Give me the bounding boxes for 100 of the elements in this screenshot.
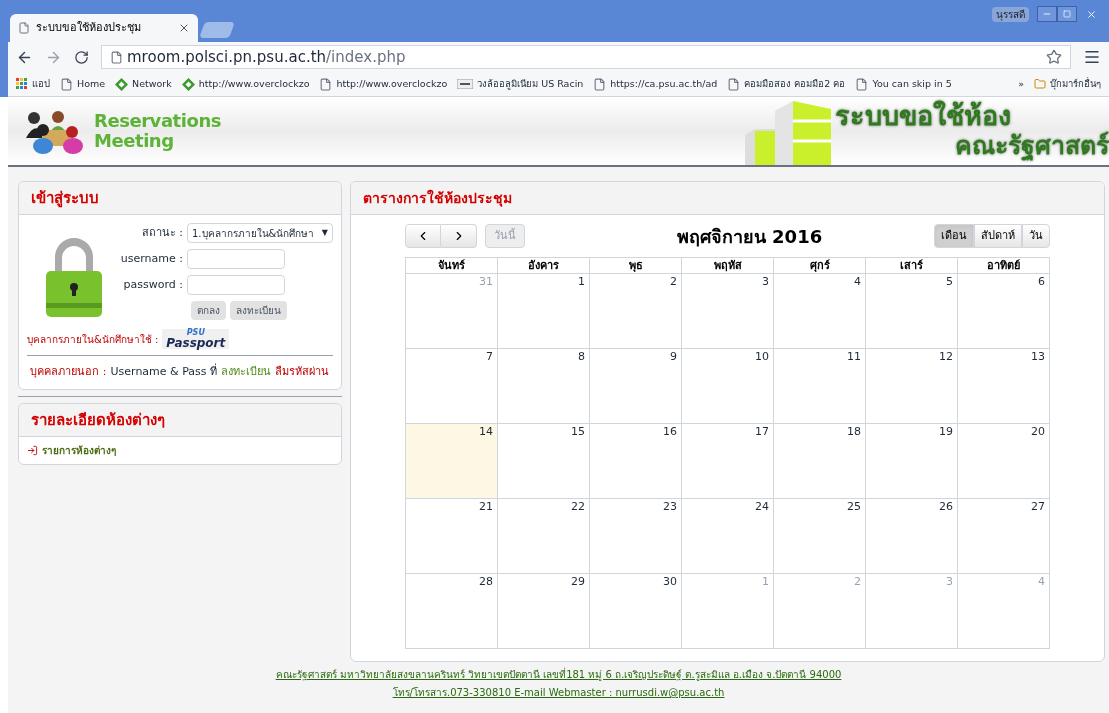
maximize-button[interactable]	[1057, 6, 1077, 22]
weekday-header: จันทร์	[406, 258, 498, 274]
day-cell[interactable]: 25	[774, 499, 866, 574]
bookmark-item[interactable]: You can skip in 5	[855, 76, 952, 92]
view-tab[interactable]: วัน	[1022, 224, 1050, 248]
password-field[interactable]	[187, 275, 285, 295]
day-cell[interactable]: 16	[590, 424, 682, 499]
passport-label: บุคลากรภายใน&นักศึกษาใช้ :	[27, 332, 159, 347]
page-icon	[855, 77, 869, 91]
page-icon	[593, 77, 607, 91]
page-icon	[319, 77, 333, 91]
bookmark-item[interactable]: Network	[115, 76, 172, 92]
login-arrow-icon	[27, 444, 38, 456]
day-cell[interactable]: 27	[958, 499, 1050, 574]
weekday-header: อังคาร	[498, 258, 590, 274]
diamond-icon	[115, 77, 129, 91]
bookmark-item[interactable]: http://www.overclockzo	[181, 76, 310, 92]
day-cell[interactable]: 17	[682, 424, 774, 499]
bookmark-item[interactable]: แอป	[16, 76, 50, 92]
new-tab-button[interactable]	[199, 22, 235, 38]
day-cell[interactable]: 10	[682, 349, 774, 424]
maximize-icon	[1063, 10, 1071, 18]
day-cell[interactable]: 9	[590, 349, 682, 424]
form-button[interactable]: ตกลง	[190, 301, 226, 320]
apps-grid-icon	[16, 78, 28, 90]
register-link[interactable]: ลงทะเบียน	[221, 364, 271, 381]
view-tab[interactable]: สัปดาห์	[974, 224, 1022, 248]
forgot-password-link[interactable]: ลืมรหัสผ่าน	[275, 364, 329, 381]
panel-title: เข้าสู่ระบบ	[31, 189, 99, 207]
username-field[interactable]	[187, 249, 285, 269]
reload-icon[interactable]	[74, 49, 89, 65]
outsider-label: บุคคลภายนอก :	[30, 364, 107, 380]
weekday-header: ศุกร์	[774, 258, 866, 274]
outsider-text: Username & Pass ที่	[110, 364, 217, 380]
panel-title: ตารางการใช้ห้องประชุม	[363, 190, 512, 206]
view-tab[interactable]: เดือน	[934, 224, 974, 248]
day-cell[interactable]: 20	[958, 424, 1050, 499]
day-cell[interactable]: 26	[866, 499, 958, 574]
logo-subtitle: Meeting	[94, 131, 175, 151]
folder-icon	[1034, 78, 1046, 90]
close-icon	[1085, 8, 1097, 20]
panel-title: รายละเอียดห้องต่างๆ	[31, 410, 165, 429]
password-label: password :	[123, 276, 183, 293]
bookmark-item[interactable]: http://www.overclockzo	[319, 76, 448, 92]
day-cell[interactable]: 8	[498, 349, 590, 424]
minimize-button[interactable]	[1037, 6, 1057, 22]
bookmark-item[interactable]: คอมมือสอง คอมมือ2 คอ	[727, 76, 846, 92]
page-icon	[727, 77, 741, 91]
day-cell[interactable]: 6	[958, 274, 1050, 349]
footer-contact: โทร/โทรสาร.073-330810 E-mail Webmaster : nurrusdi.w@psu.ac.th	[392, 686, 725, 700]
next-button[interactable]	[441, 224, 477, 248]
banner-subtitle: คณะรัฐศาสตร์	[955, 131, 1109, 161]
day-cell[interactable]: 5	[866, 274, 958, 349]
day-cell[interactable]: 11	[774, 349, 866, 424]
day-cell[interactable]: 28	[406, 574, 498, 649]
day-cell[interactable]: 12	[866, 349, 958, 424]
browser-tab[interactable]: ระบบขอใช้ห้องประชุม	[10, 14, 198, 42]
close-icon[interactable]	[178, 22, 190, 34]
day-cell[interactable]: 2	[590, 274, 682, 349]
day-cell[interactable]: 4	[774, 274, 866, 349]
day-cell[interactable]: 24	[682, 499, 774, 574]
tab-title: ระบบขอใช้ห้องประชุม	[36, 19, 142, 36]
rooms-list-link[interactable]: รายการห้องต่างๆ	[42, 442, 116, 458]
other-bookmarks-item[interactable]: บุ๊กมาร์กอื่นๆ	[1034, 76, 1101, 92]
day-cell[interactable]: 22	[498, 499, 590, 574]
previous-button[interactable]	[405, 224, 441, 248]
day-cell[interactable]: 30	[590, 574, 682, 649]
people-meeting-icon	[24, 108, 86, 154]
day-cell[interactable]: 13	[958, 349, 1050, 424]
day-cell[interactable]: 21	[406, 499, 498, 574]
address-bar[interactable]: mroom.polsci.pn.psu.ac.th/index.php	[101, 45, 1071, 69]
status-dropdown[interactable]: 1.บุคลากรภายใน&นักศึกษา ▼	[187, 223, 333, 243]
bookmark-star-icon[interactable]	[1046, 49, 1062, 65]
page-icon	[18, 22, 30, 34]
weekday-header: เสาร์	[866, 258, 958, 274]
day-cell[interactable]: 1	[498, 274, 590, 349]
month-title: พฤศจิกายน 2016	[675, 224, 823, 249]
bookmark-item[interactable]: https://ca.psu.ac.th/ad	[593, 76, 718, 92]
more-bookmarks-button[interactable]: »	[1018, 76, 1024, 92]
day-cell[interactable]: 29	[498, 574, 590, 649]
day-cell[interactable]: 23	[590, 499, 682, 574]
banner-title: ระบบขอใช้ห้อง	[835, 101, 1012, 131]
day-cell[interactable]: 18	[774, 424, 866, 499]
profile-name[interactable]: นุรรสดี	[992, 6, 1029, 22]
psu-passport-button[interactable]: PSU Passport	[162, 329, 230, 349]
day-cell[interactable]: 19	[866, 424, 958, 499]
day-cell[interactable]: 3	[682, 274, 774, 349]
bookmark-item[interactable]: Home	[60, 76, 106, 92]
logo-title: Reservations	[94, 111, 222, 131]
weekday-header: พฤหัส	[682, 258, 774, 274]
footer-address: คณะรัฐศาสตร์ มหาวิทยาลัยสงขลานครินทร์ วิทยาเขตปัตตานี เลขที่181 หมู่ 6 ถ.เจริญประดิษฐ์ ต.รูสะมิแล อ.เมือง จ.ปัตตานี 94000	[275, 668, 842, 682]
page-icon	[60, 77, 73, 91]
menu-icon[interactable]	[1083, 48, 1101, 66]
day-cell[interactable]: 14	[406, 424, 498, 499]
site-logo-icon	[457, 79, 474, 89]
bookmark-item[interactable]: วงล้ออลูมิเนียม US Racin	[457, 76, 584, 92]
form-button[interactable]: ลงทะเบียน	[229, 301, 287, 320]
day-cell[interactable]: 15	[498, 424, 590, 499]
status-label: สถานะ :	[141, 224, 183, 241]
weekday-header: พุธ	[590, 258, 682, 274]
